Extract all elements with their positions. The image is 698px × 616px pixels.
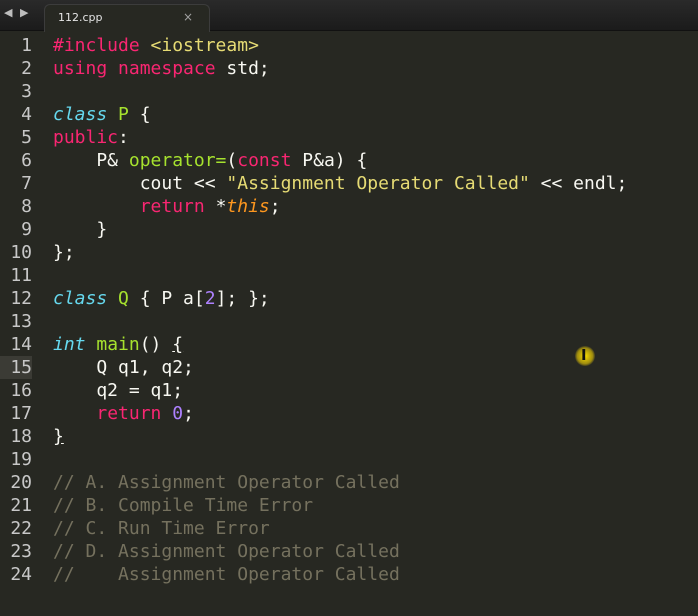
back-arrow-icon[interactable]: ◀	[4, 6, 12, 19]
file-tab[interactable]: 112.cpp ×	[44, 4, 210, 32]
code-text: return *this;	[139, 196, 281, 217]
code-text: };	[53, 242, 75, 263]
tab-bar: ◀ ▶ 112.cpp ×	[0, 0, 698, 32]
code-line: 18 }	[0, 425, 698, 448]
line-number: 8	[21, 196, 32, 217]
code-comment: // D. Assignment Operator Called	[53, 541, 400, 562]
forward-arrow-icon[interactable]: ▶	[20, 6, 28, 19]
line-number: 9	[21, 219, 32, 240]
code-line: 17 return 0;	[0, 402, 698, 425]
code-line: 9 }	[0, 218, 698, 241]
line-number: 23	[10, 541, 32, 562]
code-text: return 0;	[96, 403, 194, 424]
code-line: 8 return *this;	[0, 195, 698, 218]
code-line: 1 #include <iostream>	[0, 34, 698, 57]
line-number: 7	[21, 173, 32, 194]
line-number: 19	[10, 449, 32, 470]
tab-title: 112.cpp	[58, 11, 103, 24]
line-number: 13	[10, 311, 32, 332]
code-text: class Q { P a[2]; };	[53, 288, 270, 309]
code-text: }	[53, 219, 108, 240]
line-number: 20	[10, 472, 32, 493]
line-number: 24	[10, 564, 32, 585]
line-number: 5	[21, 127, 32, 148]
code-line: 24 // Assignment Operator Called	[0, 563, 698, 586]
code-line: 23 // D. Assignment Operator Called	[0, 540, 698, 563]
text-cursor-icon	[575, 346, 595, 366]
line-number: 22	[10, 518, 32, 539]
line-number: 2	[21, 58, 32, 79]
line-number: 17	[10, 403, 32, 424]
code-text: int main() {	[53, 334, 184, 355]
code-line: 19	[0, 448, 698, 471]
line-number: 1	[21, 35, 32, 56]
code-comment: // C. Run Time Error	[53, 518, 270, 539]
code-text: Q q1, q2;	[53, 357, 194, 378]
code-comment: // A. Assignment Operator Called	[53, 472, 400, 493]
code-editor[interactable]: 1 #include <iostream> 2 using namespace …	[0, 31, 698, 616]
code-line: 13	[0, 310, 698, 333]
line-number: 3	[21, 81, 32, 102]
line-number: 10	[10, 242, 32, 263]
line-number: 6	[21, 150, 32, 171]
code-text: cout << "Assignment Operator Called" << …	[53, 173, 628, 194]
code-line: 21 // B. Compile Time Error	[0, 494, 698, 517]
line-number: 11	[10, 265, 32, 286]
code-line: 4 class P {	[0, 103, 698, 126]
code-line: 7 cout << "Assignment Operator Called" <…	[0, 172, 698, 195]
code-line: 5 public:	[0, 126, 698, 149]
line-number: 4	[21, 104, 32, 125]
line-number: 12	[10, 288, 32, 309]
code-comment: // Assignment Operator Called	[53, 564, 400, 585]
code-line: 12 class Q { P a[2]; };	[0, 287, 698, 310]
line-number: 18	[10, 426, 32, 447]
code-line: 2 using namespace std;	[0, 57, 698, 80]
line-number: 15	[0, 356, 32, 379]
code-line: 3	[0, 80, 698, 103]
code-text: using namespace std;	[53, 58, 270, 79]
line-number: 16	[10, 380, 32, 401]
line-number: 14	[10, 334, 32, 355]
code-line: 10 };	[0, 241, 698, 264]
code-line: 16 q2 = q1;	[0, 379, 698, 402]
code-text: public:	[53, 127, 129, 148]
code-text: }	[53, 426, 64, 447]
code-text: P& operator=(const P&a) {	[53, 150, 368, 171]
code-comment: // B. Compile Time Error	[53, 495, 314, 516]
code-text: q2 = q1;	[53, 380, 184, 401]
code-text: class P {	[53, 104, 151, 125]
code-line: 6 P& operator=(const P&a) {	[0, 149, 698, 172]
code-line: 11	[0, 264, 698, 287]
code-line: 22 // C. Run Time Error	[0, 517, 698, 540]
line-number: 21	[10, 495, 32, 516]
close-icon[interactable]: ×	[183, 10, 193, 24]
code-text: #include <iostream>	[53, 35, 259, 56]
code-line: 20 // A. Assignment Operator Called	[0, 471, 698, 494]
